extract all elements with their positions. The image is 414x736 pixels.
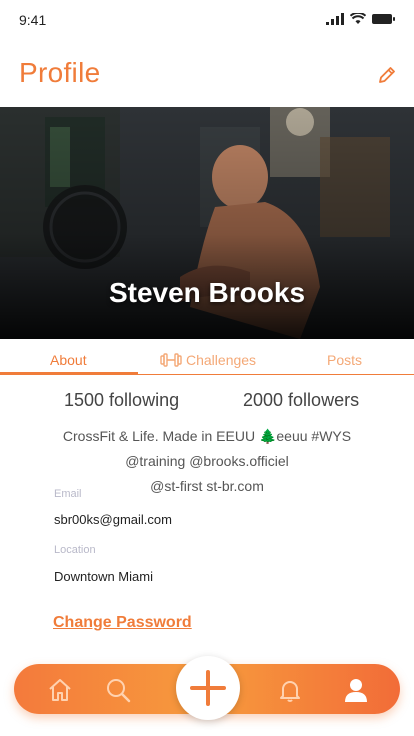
following-count[interactable]: 1500 following [64,390,179,411]
bio-line-2: @training @brooks.officiel [125,453,289,469]
status-bar: 9:41 [0,0,414,40]
profile-tabs: About Challenges Posts [0,343,414,375]
email-label: Email [54,488,82,500]
profile-icon[interactable] [342,676,370,704]
signal-icon [326,13,344,25]
home-icon[interactable] [46,676,74,704]
followers-count[interactable]: 2000 followers [243,390,359,411]
tab-posts[interactable]: Posts [327,352,362,368]
dumbbell-icon [160,353,182,367]
status-time: 9:41 [19,12,47,28]
location-value: Downtown Miami [54,569,153,584]
wifi-icon [350,13,366,24]
tab-posts-label: Posts [327,352,363,368]
email-value: sbr00ks@gmail.com [54,512,172,527]
location-label: Location [54,544,96,556]
add-icon [190,670,226,706]
tab-about[interactable]: About [50,352,87,368]
edit-button[interactable] [376,64,398,86]
pencil-icon [379,67,395,83]
tab-challenges-label: Challenges [186,352,257,368]
cover-photo: Steven Brooks [0,107,414,339]
add-button[interactable] [176,656,240,720]
status-icons [326,13,396,25]
change-password-link[interactable]: Change Password [53,614,192,632]
tab-challenges[interactable]: Challenges [160,352,256,368]
bio-line-1: CrossFit & Life. Made in EEUU 🌲eeuu #WYS [62,428,352,444]
bell-icon[interactable] [276,676,304,704]
page-title: Profile [19,57,101,88]
battery-icon [372,14,395,24]
search-icon[interactable] [104,676,132,704]
profile-name: Steven Brooks [108,277,306,308]
tab-about-label: About [50,352,87,368]
header: Profile [0,40,414,106]
active-tab-indicator [0,372,138,375]
